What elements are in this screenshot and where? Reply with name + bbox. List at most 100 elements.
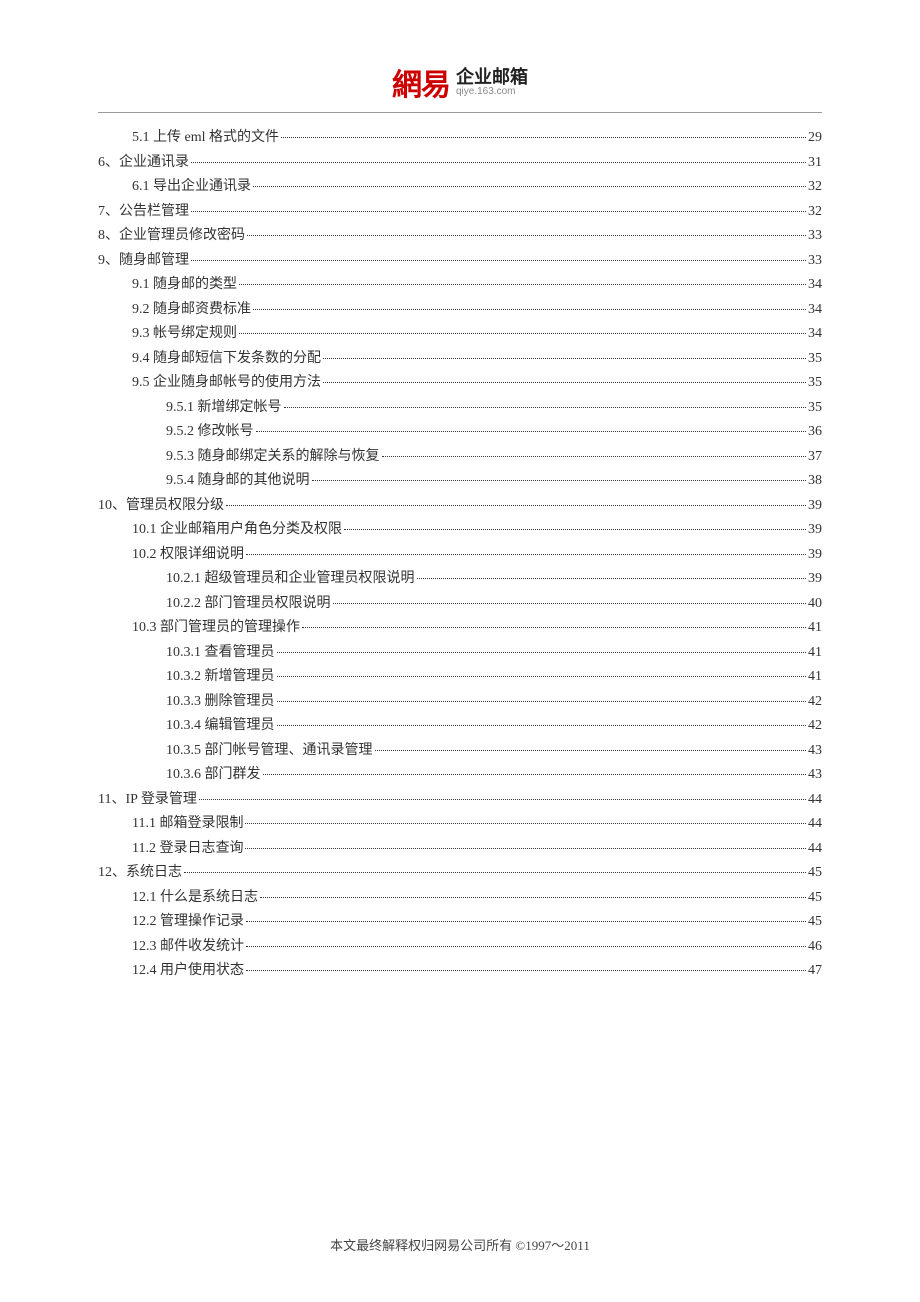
toc-entry[interactable]: 12.1 什么是系统日志45 [98, 891, 822, 905]
logo-text: 企业邮箱 qiye.163.com [456, 68, 528, 97]
toc-entry[interactable]: 7、公告栏管理32 [98, 205, 822, 219]
toc-page-number: 38 [808, 474, 822, 488]
toc-label: 9.5.1 新增绑定帐号 [166, 401, 282, 415]
toc-entry[interactable]: 9.5.1 新增绑定帐号35 [98, 401, 822, 415]
toc-leader-dots [344, 529, 806, 530]
toc-entry[interactable]: 11.1 邮箱登录限制 44 [98, 817, 822, 831]
toc-label: 12.4 用户使用状态 [132, 964, 244, 978]
toc-page-number: 41 [808, 646, 822, 660]
toc-entry[interactable]: 10.2.2 部门管理员权限说明40 [98, 597, 822, 611]
page-header: 網易 企业邮箱 qiye.163.com [98, 60, 822, 113]
toc-leader-dots [284, 407, 807, 408]
toc-leader-dots [191, 162, 806, 163]
toc-entry[interactable]: 9.1 随身邮的类型 34 [98, 278, 822, 292]
toc-leader-dots [263, 774, 807, 775]
toc-page-number: 34 [808, 303, 822, 317]
toc-entry[interactable]: 12、系统日志45 [98, 866, 822, 880]
toc-leader-dots [375, 750, 807, 751]
logo: 網易 企业邮箱 qiye.163.com [392, 60, 528, 104]
toc-entry[interactable]: 11.2 登录日志查询44 [98, 842, 822, 856]
toc-entry[interactable]: 9.5.4 随身邮的其他说明38 [98, 474, 822, 488]
toc-label: 9.3 帐号绑定规则 [132, 327, 237, 341]
toc-entry[interactable]: 10.3 部门管理员的管理操作41 [98, 621, 822, 635]
toc-page-number: 45 [808, 866, 822, 880]
toc-leader-dots [333, 603, 807, 604]
toc-leader-dots [245, 848, 806, 849]
toc-page-number: 29 [808, 131, 822, 145]
toc-label: 9.4 随身邮短信下发条数的分配 [132, 352, 321, 366]
toc-entry[interactable]: 10.3.3 删除管理员42 [98, 695, 822, 709]
toc-leader-dots [253, 186, 806, 187]
toc-label: 9.1 随身邮的类型 [132, 278, 237, 292]
toc-entry[interactable]: 10.3.6 部门群发43 [98, 768, 822, 782]
toc-entry[interactable]: 10.3.4 编辑管理员42 [98, 719, 822, 733]
toc-leader-dots [277, 701, 807, 702]
page-footer: 本文最终解释权归网易公司所有 ©1997～2011 [0, 1235, 920, 1254]
toc-leader-dots [246, 554, 806, 555]
toc-entry[interactable]: 9、随身邮管理33 [98, 254, 822, 268]
toc-page-number: 33 [808, 229, 822, 243]
toc-entry[interactable]: 10.3.1 查看管理员41 [98, 646, 822, 660]
toc-leader-dots [323, 382, 806, 383]
toc-entry[interactable]: 10.2 权限详细说明39 [98, 548, 822, 562]
toc-leader-dots [246, 946, 806, 947]
toc-leader-dots [277, 676, 807, 677]
toc-leader-dots [312, 480, 807, 481]
toc-entry[interactable]: 9.5.2 修改帐号36 [98, 425, 822, 439]
toc-entry[interactable]: 12.2 管理操作记录45 [98, 915, 822, 929]
toc-label: 10.2 权限详细说明 [132, 548, 244, 562]
toc-page-number: 45 [808, 915, 822, 929]
toc-leader-dots [184, 872, 806, 873]
logo-subtitle: qiye.163.com [456, 87, 515, 97]
toc-label: 6.1 导出企业通讯录 [132, 180, 251, 194]
toc-leader-dots [260, 897, 806, 898]
toc-entry[interactable]: 9.5 企业随身邮帐号的使用方法35 [98, 376, 822, 390]
toc-page-number: 44 [808, 817, 822, 831]
toc-leader-dots [191, 211, 806, 212]
toc-label: 11.2 登录日志查询 [132, 842, 243, 856]
toc-label: 10.2.1 超级管理员和企业管理员权限说明 [166, 572, 415, 586]
toc-page-number: 43 [808, 744, 822, 758]
toc-entry[interactable]: 10.3.5 部门帐号管理、通讯录管理43 [98, 744, 822, 758]
toc-leader-dots [239, 333, 806, 334]
toc-entry[interactable]: 12.3 邮件收发统计46 [98, 940, 822, 954]
toc-entry[interactable]: 11、IP 登录管理44 [98, 793, 822, 807]
toc-leader-dots [256, 431, 807, 432]
toc-leader-dots [246, 921, 806, 922]
toc-entry[interactable]: 6.1 导出企业通讯录 32 [98, 180, 822, 194]
toc-entry[interactable]: 9.3 帐号绑定规则 34 [98, 327, 822, 341]
toc-entry[interactable]: 10.3.2 新增管理员41 [98, 670, 822, 684]
toc-page-number: 44 [808, 793, 822, 807]
toc-page-number: 32 [808, 180, 822, 194]
toc-entry[interactable]: 6、企业通讯录31 [98, 156, 822, 170]
toc-leader-dots [191, 260, 806, 261]
toc-page-number: 34 [808, 278, 822, 292]
toc-leader-dots [226, 505, 806, 506]
toc-page-number: 36 [808, 425, 822, 439]
toc-label: 10.3.4 编辑管理员 [166, 719, 275, 733]
toc-entry[interactable]: 9.5.3 随身邮绑定关系的解除与恢复37 [98, 450, 822, 464]
toc-leader-dots [253, 309, 806, 310]
toc-entry[interactable]: 9.2 随身邮资费标准34 [98, 303, 822, 317]
toc-page-number: 34 [808, 327, 822, 341]
toc-entry[interactable]: 5.1 上传 eml 格式的文件 29 [98, 131, 822, 145]
toc-page-number: 39 [808, 572, 822, 586]
toc-label: 11.1 邮箱登录限制 [132, 817, 243, 831]
toc-leader-dots [199, 799, 806, 800]
toc-leader-dots [382, 456, 807, 457]
toc-label: 10.2.2 部门管理员权限说明 [166, 597, 331, 611]
toc-entry[interactable]: 10、管理员权限分级39 [98, 499, 822, 513]
toc-leader-dots [277, 652, 807, 653]
toc-leader-dots [246, 970, 806, 971]
toc-label: 5.1 上传 eml 格式的文件 [132, 131, 279, 145]
toc-page-number: 42 [808, 695, 822, 709]
toc-entry[interactable]: 9.4 随身邮短信下发条数的分配35 [98, 352, 822, 366]
toc-label: 10.3 部门管理员的管理操作 [132, 621, 300, 635]
toc-page-number: 43 [808, 768, 822, 782]
toc-entry[interactable]: 12.4 用户使用状态47 [98, 964, 822, 978]
toc-page-number: 45 [808, 891, 822, 905]
toc-entry[interactable]: 8、企业管理员修改密码33 [98, 229, 822, 243]
toc-entry[interactable]: 10.1 企业邮箱用户角色分类及权限39 [98, 523, 822, 537]
toc-entry[interactable]: 10.2.1 超级管理员和企业管理员权限说明 39 [98, 572, 822, 586]
toc-label: 12.3 邮件收发统计 [132, 940, 244, 954]
